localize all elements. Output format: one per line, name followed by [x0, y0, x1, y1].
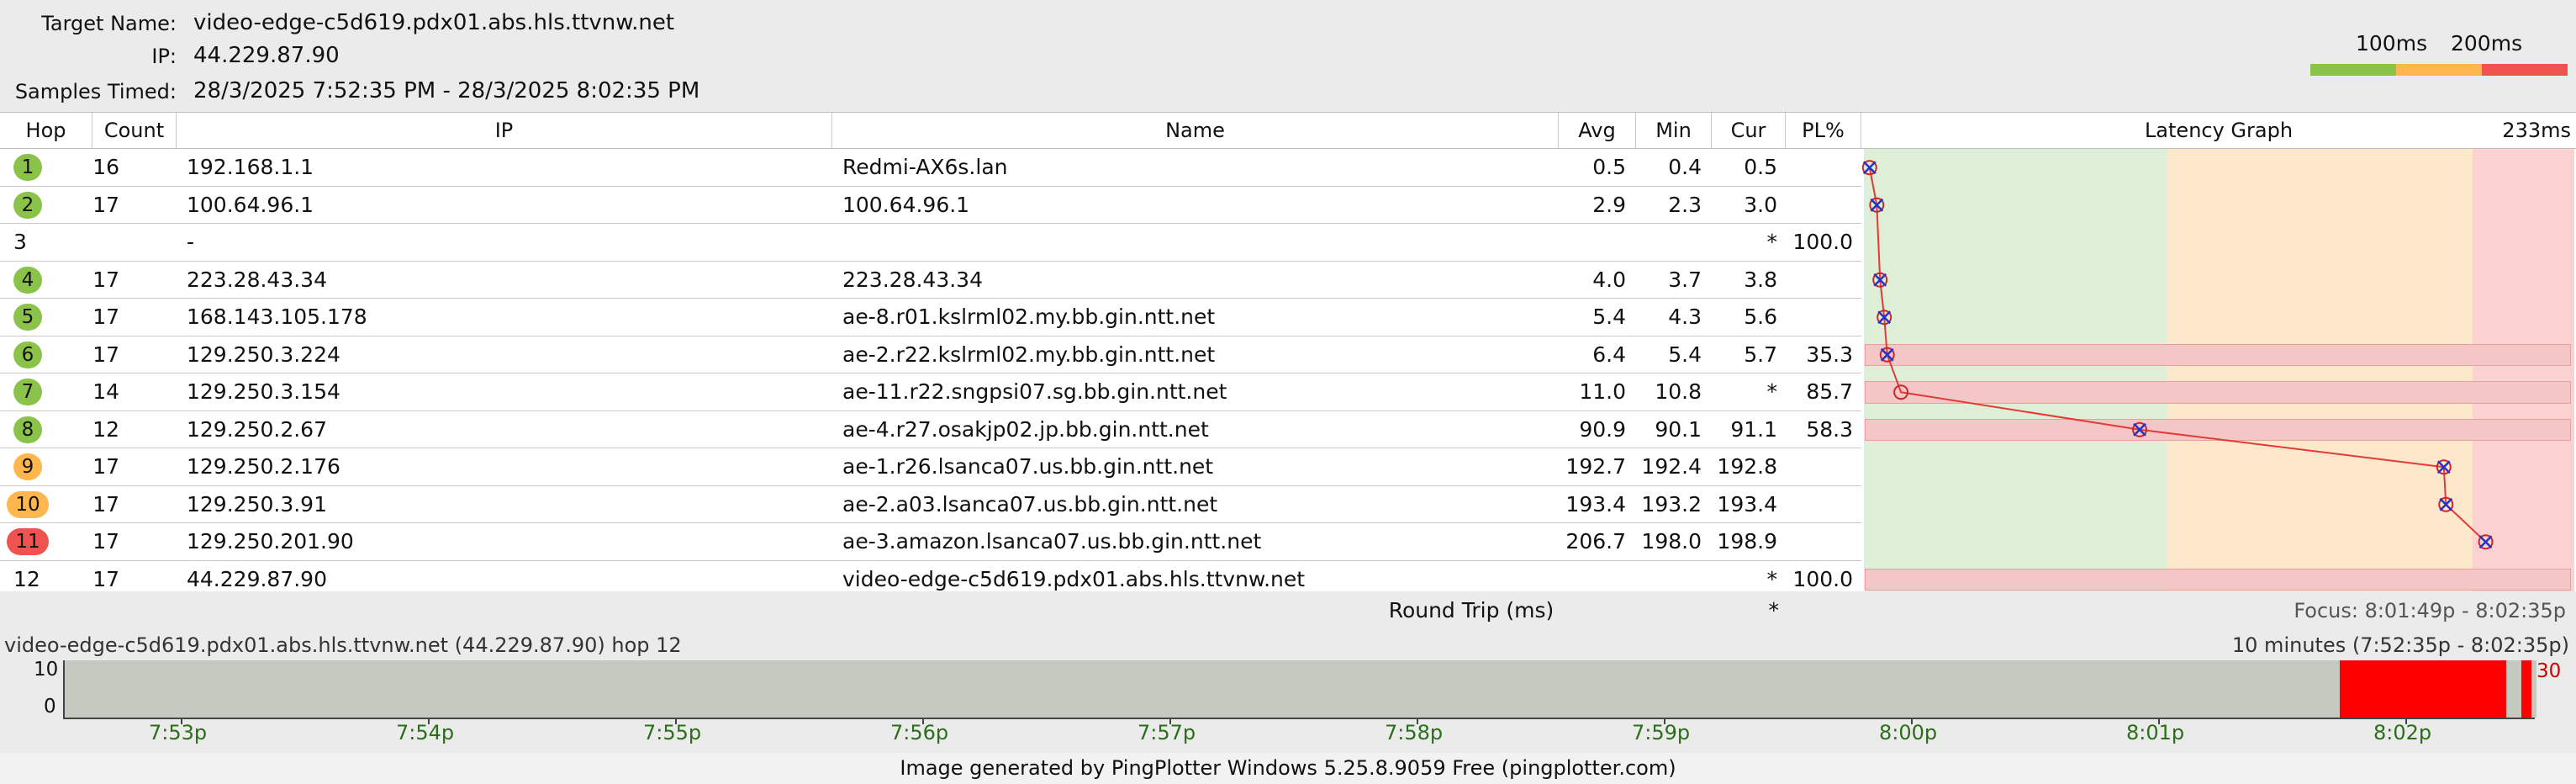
- timeline-tick-label: 7:53p: [149, 721, 208, 744]
- trace-table: Hop Count IP Name Avg Min Cur PL% Latenc…: [0, 112, 2576, 598]
- footer-credit: Image generated by PingPlotter Windows 5…: [0, 753, 2576, 784]
- timeline-tick-label: 8:00p: [1879, 721, 1938, 744]
- timeline-axis: [63, 718, 2535, 719]
- timeline-tick-label: 7:58p: [1385, 721, 1444, 744]
- timeline-tick-label: 7:54p: [396, 721, 455, 744]
- timeline-tick-label: 8:01p: [2126, 721, 2185, 744]
- legend-orange-bar: [2396, 64, 2482, 76]
- timeline-histogram[interactable]: [63, 660, 2536, 718]
- legend-red-bar: [2482, 64, 2568, 76]
- timeline-tick-label: 8:02p: [2373, 721, 2432, 744]
- ip-label: IP:: [151, 45, 177, 68]
- latency-min-marker: [2478, 535, 2493, 549]
- target-name-label: Target Name:: [41, 12, 177, 35]
- timeline-loss-block: [2340, 660, 2506, 718]
- timeline-tick-label: 7:59p: [1632, 721, 1691, 744]
- round-trip-row: Round Trip (ms) * Focus: 8:01:49p - 8:02…: [0, 591, 2576, 630]
- ip-value: 44.229.87.90: [193, 43, 340, 68]
- legend-200ms-label: 200ms: [2451, 31, 2523, 56]
- pl-max-label: 30: [2536, 660, 2562, 682]
- timeline-tick-label: 7:57p: [1138, 721, 1196, 744]
- samples-timed-value: 28/3/2025 7:52:35 PM - 28/3/2025 8:02:35…: [193, 78, 700, 103]
- timeline-tick-label: 7:55p: [643, 721, 702, 744]
- timeline-header: video-edge-c5d619.pdx01.abs.hls.ttvnw.ne…: [0, 632, 2576, 660]
- legend-100ms-label: 100ms: [2356, 31, 2428, 56]
- round-trip-label: Round Trip (ms): [1388, 598, 1555, 622]
- samples-timed-label: Samples Timed:: [14, 80, 177, 103]
- latency-graph: [1861, 160, 2494, 550]
- focus-range: Focus: 8:01:49p - 8:02:35p: [2294, 599, 2566, 622]
- y-axis-bottom: 0: [44, 696, 56, 718]
- timeline-target: video-edge-c5d619.pdx01.abs.hls.ttvnw.ne…: [4, 633, 682, 657]
- latency-trace-line: [1868, 167, 2487, 543]
- timeline-range: 10 minutes (7:52:35p - 8:02:35p): [2231, 633, 2569, 657]
- legend-green-bar: [2310, 64, 2396, 76]
- target-name-value: video-edge-c5d619.pdx01.abs.hls.ttvnw.ne…: [193, 10, 675, 35]
- round-trip-cur: *: [1768, 598, 1780, 622]
- y-axis-top: 10: [34, 659, 59, 681]
- timeline-loss-block: [2521, 660, 2531, 718]
- timeline-tick-label: 7:56p: [890, 721, 949, 744]
